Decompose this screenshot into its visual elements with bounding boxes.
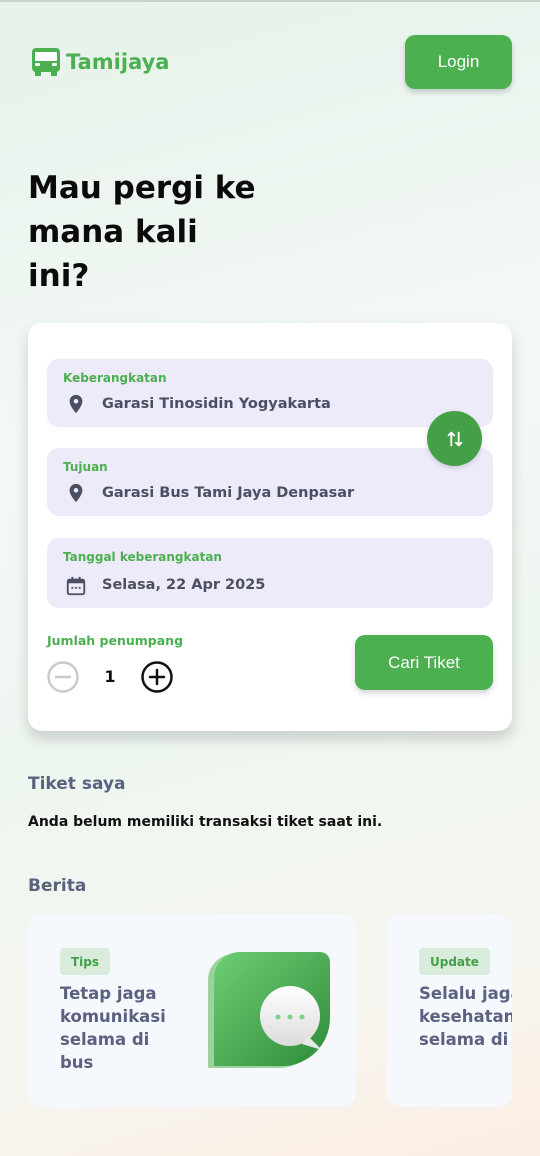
chat-bubble-illustration [208, 952, 330, 1068]
page-title: Mau pergi ke mana kali ini? [28, 170, 256, 294]
departure-field[interactable]: Keberangkatan Garasi Tinosidin Yogyakart… [47, 359, 493, 427]
calendar-icon [66, 576, 86, 596]
location-pin-icon [69, 394, 83, 414]
passenger-label: Jumlah penumpang [47, 633, 184, 648]
increase-passenger-button[interactable] [141, 661, 173, 693]
booking-card: Keberangkatan Garasi Tinosidin Yogyakart… [28, 323, 512, 731]
date-value: Selasa, 22 Apr 2025 [102, 577, 266, 593]
my-tickets-title: Tiket saya [28, 774, 126, 794]
news-card[interactable]: Tips Tetap jaga komunikasi selama di bus [28, 914, 356, 1107]
app-name: Tamijaya [66, 50, 170, 74]
status-divider [0, 0, 540, 2]
destination-label: Tujuan [63, 460, 108, 474]
destination-value: Garasi Bus Tami Jaya Denpasar [102, 485, 355, 501]
departure-label: Keberangkatan [63, 371, 167, 385]
date-label: Tanggal keberangkatan [63, 550, 222, 564]
swap-vertical-icon [447, 431, 462, 446]
swap-button[interactable] [427, 411, 482, 466]
news-card-title: Tetap jaga komunikasi selama di bus [60, 984, 166, 1072]
app-logo[interactable]: Tamijaya [31, 47, 169, 77]
login-button[interactable]: Login [405, 35, 512, 89]
news-card[interactable]: Update Selalu jaga kesehatan selama di b… [387, 914, 512, 1107]
news-title: Berita [28, 876, 87, 896]
departure-value: Garasi Tinosidin Yogyakarta [102, 396, 331, 412]
news-card-title: Selalu jaga kesehatan selama di bus [419, 984, 512, 1049]
date-field[interactable]: Tanggal keberangkatan Selasa, 22 Apr 202… [47, 538, 493, 608]
news-badge: Tips [60, 948, 111, 975]
passenger-count: 1 [104, 667, 116, 686]
location-pin-icon [69, 483, 83, 503]
empty-tickets-message: Anda belum memiliki transaksi tiket saat… [28, 814, 383, 830]
news-badge: Update [419, 948, 490, 975]
search-ticket-button[interactable]: Cari Tiket [355, 635, 493, 690]
destination-field[interactable]: Tujuan Garasi Bus Tami Jaya Denpasar [47, 448, 493, 516]
decrease-passenger-button[interactable] [47, 661, 79, 693]
bus-icon [32, 48, 60, 76]
